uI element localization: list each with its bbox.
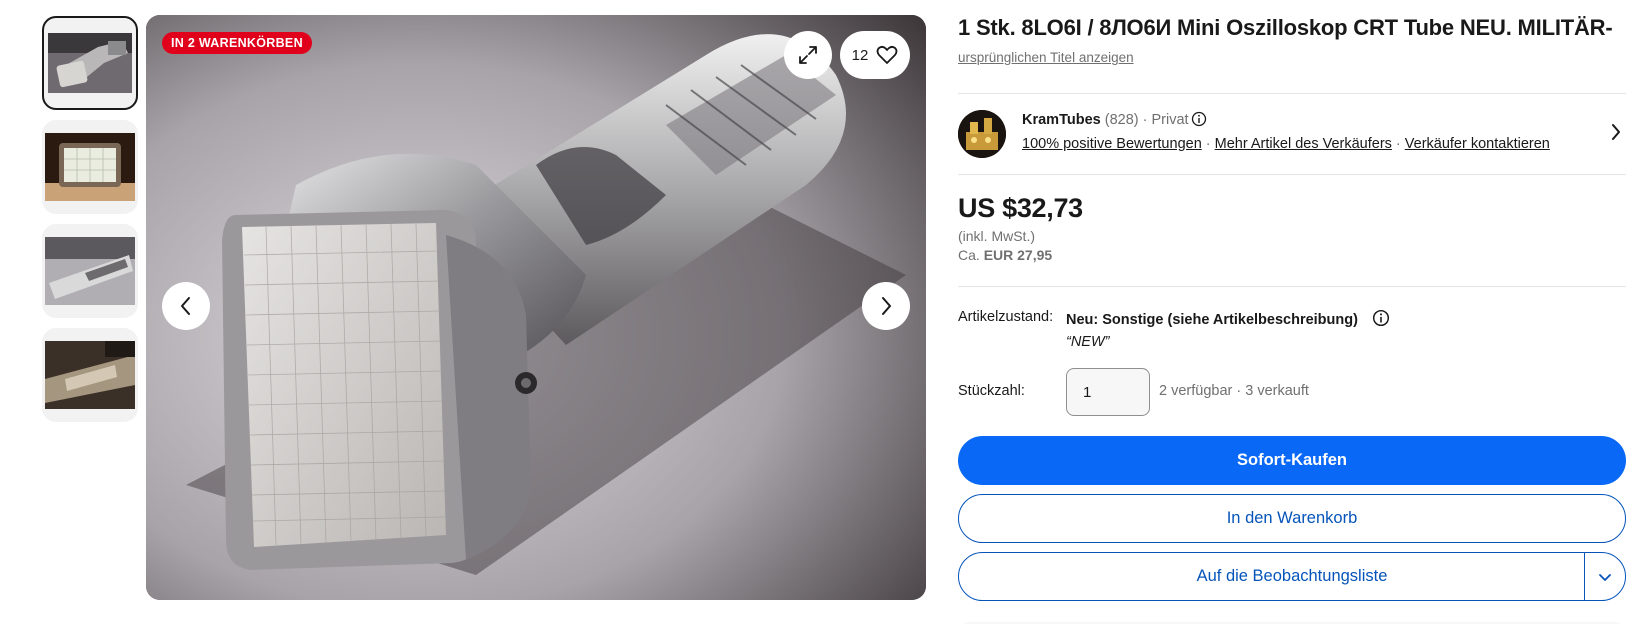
seller-feedback-count: (828) <box>1104 112 1139 128</box>
thumbnail-1[interactable] <box>42 16 138 110</box>
thumbnail-image <box>48 33 132 93</box>
info-icon[interactable] <box>1191 111 1207 127</box>
thumbnail-4[interactable] <box>42 328 138 422</box>
watchlist-label: Auf die Beobachtungsliste <box>1196 567 1388 585</box>
thumbnail-2[interactable] <box>42 120 138 214</box>
chevron-right-icon <box>882 297 891 315</box>
converted-prefix: Ca. <box>958 247 980 263</box>
previous-image-button[interactable] <box>162 282 210 330</box>
seller-name[interactable]: KramTubes <box>1022 112 1101 128</box>
buy-now-button[interactable]: Sofort-Kaufen <box>958 436 1626 485</box>
converted-amount: EUR 27,95 <box>983 247 1053 263</box>
expand-icon <box>799 46 817 64</box>
buy-now-label: Sofort-Kaufen <box>1237 451 1347 469</box>
watch-count: 12 <box>851 46 869 64</box>
condition-label: Artikelzustand: <box>958 309 1054 325</box>
seller-card[interactable]: KramTubes (828) · Privat 100% positive B… <box>958 93 1626 175</box>
separator-dot: · <box>1395 136 1401 152</box>
chevron-right-icon <box>1612 124 1620 140</box>
in-carts-badge: IN 2 WARENKÖRBEN <box>162 32 312 54</box>
quantity-input[interactable] <box>1066 368 1150 416</box>
crt-tube-photo <box>146 15 926 600</box>
divider <box>958 286 1626 287</box>
info-icon[interactable] <box>1372 309 1390 327</box>
chevron-left-icon <box>181 297 190 315</box>
expand-image-button[interactable] <box>784 31 832 79</box>
watch-heart-button[interactable]: 12 <box>840 31 910 79</box>
listing-title-text: 1 Stk. 8LO6I / 8ЛО6И Mini Oszilloskop CR… <box>958 15 1613 40</box>
tax-note: (inkl. MwSt.) <box>958 228 1035 244</box>
listing-title: 1 Stk. 8LO6I / 8ЛО6И Mini Oszilloskop CR… <box>958 14 1626 71</box>
condition-value: Neu: Sonstige (siehe Artikelbeschreibung… <box>1066 309 1390 328</box>
price: US $32,73 <box>958 193 1083 223</box>
seller-avatar[interactable] <box>958 110 1006 158</box>
heart-icon <box>876 45 898 64</box>
availability-text: 2 verfügbar · 3 verkauft <box>1159 383 1309 399</box>
thumbnail-image <box>45 133 135 201</box>
seller-links: 100% positive Bewertungen · Mehr Artikel d… <box>1022 136 1550 152</box>
quantity-label: Stückzahl: <box>958 383 1025 399</box>
converted-price: Ca. EUR 27,95 <box>958 247 1052 263</box>
thumbnail-3[interactable] <box>42 224 138 318</box>
main-product-image[interactable]: IN 2 WARENKÖRBEN 12 <box>146 15 926 600</box>
contact-seller-link[interactable]: Verkäufer kontaktieren <box>1405 136 1550 152</box>
seller-type: Privat <box>1151 112 1189 128</box>
add-to-cart-label: In den Warenkorb <box>1226 509 1358 527</box>
next-image-button[interactable] <box>862 282 910 330</box>
thumbnail-strip <box>42 16 138 432</box>
condition-note: “NEW” <box>1066 334 1110 350</box>
separator-dot: · <box>1142 112 1148 128</box>
chevron-down-icon <box>1599 574 1611 581</box>
add-to-cart-button[interactable]: In den Warenkorb <box>958 494 1626 543</box>
add-to-watchlist-button[interactable]: Auf die Beobachtungsliste <box>958 552 1626 601</box>
seller-name-line: KramTubes (828) · Privat <box>1022 111 1207 128</box>
thumbnail-image <box>45 237 135 305</box>
button-divider <box>1584 553 1585 600</box>
thumbnail-image <box>45 341 135 409</box>
seller-logo-image <box>958 110 1006 158</box>
original-title-link[interactable]: ursprünglichen Titel anzeigen <box>958 50 1134 65</box>
separator-dot: · <box>1205 136 1211 152</box>
condition-text: Neu: Sonstige (siehe Artikelbeschreibung… <box>1066 312 1358 328</box>
listing-panel: 1 Stk. 8LO6I / 8ЛО6И Mini Oszilloskop CR… <box>958 14 1626 624</box>
seller-details-chevron[interactable] <box>1610 122 1622 147</box>
positive-feedback-link[interactable]: 100% positive Bewertungen <box>1022 136 1202 152</box>
watchlist-dropdown[interactable] <box>1597 569 1613 590</box>
more-items-link[interactable]: Mehr Artikel des Verkäufers <box>1215 136 1392 152</box>
